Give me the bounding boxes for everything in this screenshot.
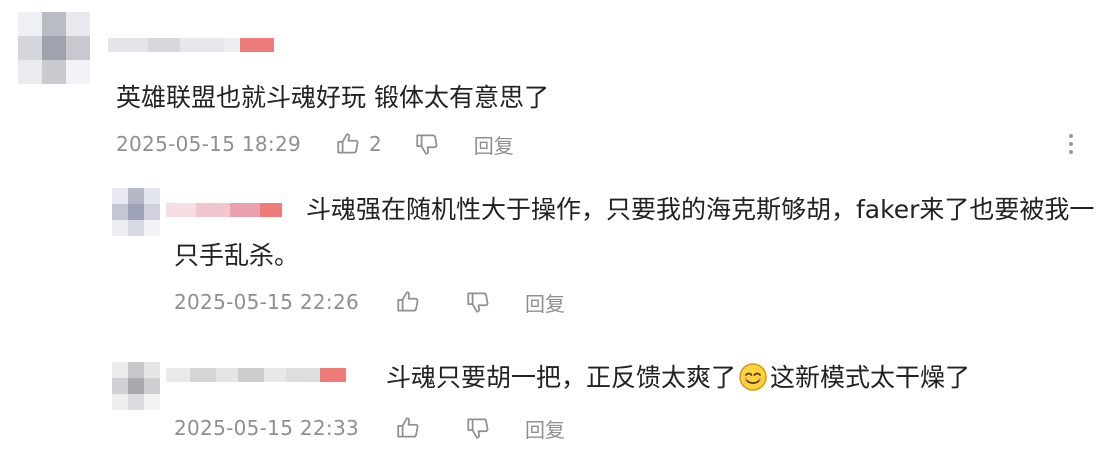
thumbs-down-icon[interactable] — [414, 131, 440, 157]
reply-button[interactable]: 回复 — [525, 414, 565, 443]
reply-button[interactable]: 回复 — [525, 288, 565, 317]
smiling-face-icon — [738, 362, 768, 392]
avatar[interactable] — [112, 362, 160, 410]
comment-text: 英雄联盟也就斗魂好玩 锻体太有意思了 — [116, 83, 549, 112]
comment-2: 斗魂强在随机性大于操作，只要我的海克斯够胡，faker来了也要被我一 只手乱杀。… — [0, 170, 1108, 334]
username[interactable] — [108, 38, 274, 52]
timestamp: 2025-05-15 22:26 — [174, 290, 360, 314]
avatar[interactable] — [112, 188, 160, 236]
thumbs-up-icon[interactable] — [395, 289, 421, 315]
comment-meta: 2025-05-15 22:26 回复 — [174, 288, 565, 316]
comment-meta: 2025-05-15 22:33 回复 — [174, 414, 565, 442]
thumbs-down-icon[interactable] — [465, 289, 491, 315]
comment-text-line-2: 只手乱杀。 — [174, 241, 300, 270]
username[interactable] — [166, 203, 282, 217]
comment-text-part-2: 这新模式太干燥了 — [770, 363, 971, 392]
comment-text-part-1: 斗魂只要胡一把，正反馈太爽了 — [386, 363, 737, 392]
comment-text-line-1: 斗魂强在随机性大于操作，只要我的海克斯够胡，faker来了也要被我一 — [306, 195, 1095, 224]
timestamp: 2025-05-15 18:29 — [116, 132, 302, 156]
comment-1: 英雄联盟也就斗魂好玩 锻体太有意思了 2025-05-15 18:29 2 回复 — [0, 0, 1108, 170]
thumbs-up-icon[interactable] — [395, 415, 421, 441]
thumbs-down-icon[interactable] — [465, 415, 491, 441]
username[interactable] — [166, 368, 346, 382]
more-vertical-icon[interactable] — [1066, 132, 1076, 156]
comment-meta: 2025-05-15 18:29 2 回复 — [116, 130, 514, 158]
avatar[interactable] — [18, 12, 90, 84]
comment-text: 斗魂只要胡一把，正反馈太爽了 这新模式太干燥了 — [386, 360, 970, 396]
timestamp: 2025-05-15 22:33 — [174, 416, 360, 440]
thumbs-up-icon[interactable] — [335, 131, 361, 157]
comment-3: 斗魂只要胡一把，正反馈太爽了 这新模式太干燥了 2025-05-15 22:33 … — [0, 334, 1108, 454]
like-count: 2 — [369, 132, 382, 156]
reply-button[interactable]: 回复 — [474, 130, 514, 159]
